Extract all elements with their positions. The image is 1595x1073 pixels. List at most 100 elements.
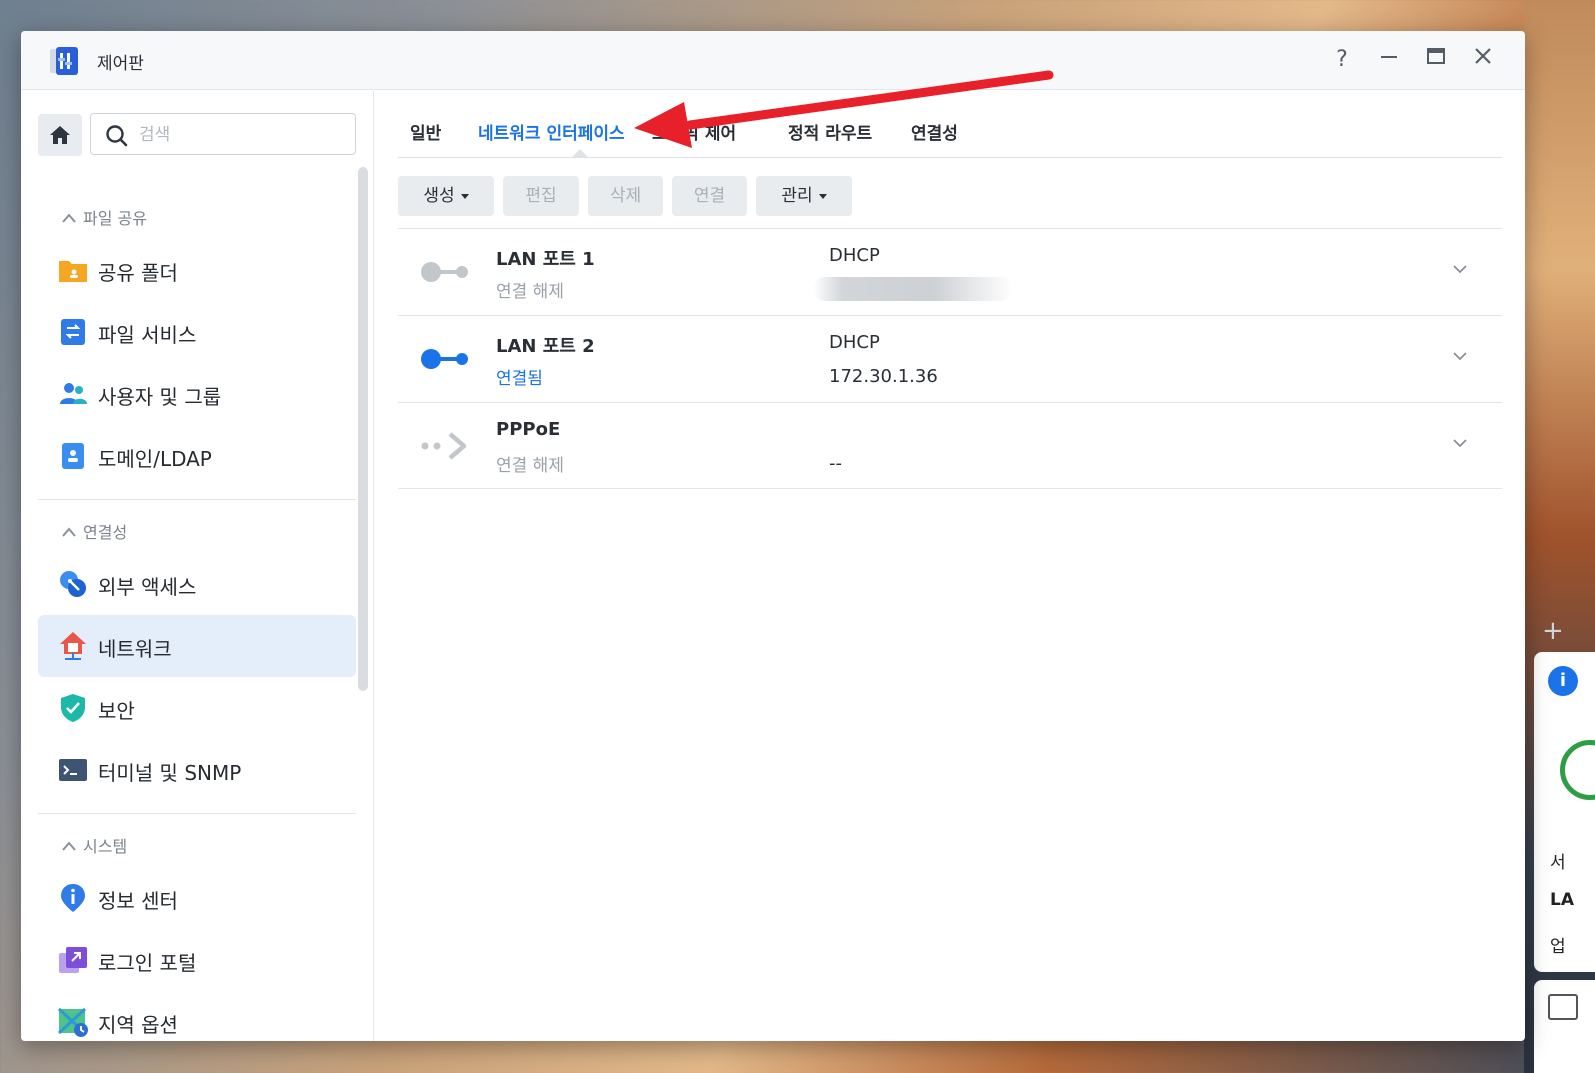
security-shield-icon — [61, 694, 85, 722]
section-header-label: 시스템 — [83, 837, 128, 856]
sidebar-item-label: 보안 — [98, 699, 135, 723]
connect-button[interactable]: 연결 — [672, 176, 747, 216]
sidebar-item-shared-folder[interactable]: 공유 폴더 — [38, 239, 356, 301]
add-widget-icon[interactable]: + — [1542, 616, 1564, 646]
chevron-down-icon[interactable] — [1450, 259, 1470, 279]
chevron-down-icon[interactable] — [1450, 433, 1470, 453]
system-health-widget: i 서 LA 업 — [1534, 652, 1595, 972]
widget-text: LA — [1550, 890, 1574, 910]
manage-button[interactable]: 관리 — [756, 176, 852, 216]
external-access-icon — [60, 571, 86, 597]
sidebar-item-label: 정보 센터 — [98, 889, 178, 913]
sidebar-item-domain-ldap[interactable]: 도메인/LDAP — [38, 425, 356, 487]
edit-button[interactable]: 편집 — [503, 176, 579, 216]
interface-status: 연결 해제 — [496, 456, 564, 476]
section-header-label: 연결성 — [83, 523, 128, 542]
sidebar-item-info-center[interactable]: 정보 센터 — [38, 867, 356, 929]
sidebar-item-login-portal[interactable]: 로그인 포털 — [38, 929, 356, 991]
sidebar-divider — [38, 813, 356, 814]
sidebar-item-security[interactable]: 보안 — [38, 677, 356, 739]
delete-button[interactable]: 삭제 — [588, 176, 663, 216]
chevron-up-icon — [61, 837, 83, 856]
tab-bar: 일반 네트워크 인터페이스 트래픽 제어 정적 라우트 연결성 — [398, 91, 1502, 158]
section-header-system[interactable]: 시스템 — [61, 833, 127, 857]
chevron-up-icon — [61, 523, 83, 542]
sidebar-item-external-access[interactable]: 외부 액세스 — [38, 553, 356, 615]
widget-text: 업 — [1550, 937, 1566, 957]
chevron-up-icon — [61, 209, 83, 228]
lan-disconnected-icon — [421, 262, 468, 282]
sidebar-item-label: 공유 폴더 — [98, 261, 178, 285]
sidebar-item-regional-options[interactable]: 지역 옵션 — [38, 991, 356, 1041]
interface-row-pppoe[interactable]: PPPoE 연결 해제 -- — [398, 402, 1502, 489]
sidebar: 파일 공유 공유 폴더 파일 서비스 사용자 및 그룹 — [21, 91, 374, 1041]
interface-row-lan2[interactable]: LAN 포트 2 연결됨 DHCP 172.30.1.36 — [398, 315, 1502, 402]
tab-traffic-control[interactable]: 트래픽 제어 — [652, 119, 736, 144]
status-ring-icon — [1560, 740, 1595, 800]
resource-monitor-widget — [1534, 980, 1595, 1073]
interface-ip-address: 172.30.1.36 — [829, 366, 938, 387]
caret-down-icon — [818, 193, 827, 199]
close-button[interactable] — [1468, 45, 1498, 75]
sidebar-item-label: 터미널 및 SNMP — [98, 761, 242, 785]
users-groups-icon — [60, 383, 87, 404]
interface-status: 연결 해제 — [496, 282, 564, 302]
tab-static-route[interactable]: 정적 라우트 — [788, 119, 872, 144]
section-header-file-sharing[interactable]: 파일 공유 — [61, 205, 147, 229]
section-header-label: 파일 공유 — [83, 209, 147, 228]
interface-mode: DHCP — [829, 245, 880, 266]
widget-text: 서 — [1550, 853, 1566, 873]
help-icon[interactable]: ? — [1327, 45, 1357, 75]
minimize-button[interactable] — [1374, 45, 1404, 75]
sidebar-item-users-groups[interactable]: 사용자 및 그룹 — [38, 363, 356, 425]
interface-mode: DHCP — [829, 332, 880, 353]
manage-button-label: 관리 — [781, 186, 813, 206]
search-box — [90, 113, 356, 155]
interface-name: LAN 포트 2 — [496, 336, 595, 357]
sidebar-item-label: 지역 옵션 — [98, 1013, 178, 1037]
sidebar-divider — [38, 499, 356, 500]
info-center-icon — [61, 884, 85, 912]
maximize-button[interactable] — [1421, 45, 1451, 75]
tab-general[interactable]: 일반 — [410, 119, 441, 144]
search-icon — [106, 125, 128, 147]
shared-folder-icon — [59, 261, 87, 282]
monitor-icon — [1548, 994, 1578, 1020]
sidebar-item-label: 도메인/LDAP — [98, 447, 212, 471]
home-icon — [50, 126, 70, 144]
domain-ldap-icon — [62, 443, 84, 469]
interface-ip-address: -- — [829, 453, 842, 474]
sidebar-item-label: 로그인 포털 — [98, 951, 197, 975]
home-button[interactable] — [38, 114, 82, 156]
section-header-connectivity[interactable]: 연결성 — [61, 519, 127, 543]
control-panel-app-icon — [50, 47, 78, 75]
create-button-label: 생성 — [423, 186, 455, 206]
interface-row-lan1[interactable]: LAN 포트 1 연결 해제 DHCP — [398, 228, 1502, 315]
title-bar: 제어판 ? — [21, 31, 1525, 90]
file-services-icon — [61, 319, 85, 345]
network-icon — [60, 632, 86, 660]
info-icon: i — [1548, 666, 1578, 696]
sidebar-item-label: 네트워크 — [98, 637, 172, 661]
chevron-down-icon[interactable] — [1450, 346, 1470, 366]
interface-name: LAN 포트 1 — [496, 249, 595, 270]
sidebar-item-label: 외부 액세스 — [98, 575, 197, 599]
active-tab-indicator — [572, 149, 588, 157]
login-portal-icon — [59, 947, 87, 973]
sidebar-item-terminal-snmp[interactable]: 터미널 및 SNMP — [38, 739, 356, 801]
tab-connectivity[interactable]: 연결성 — [911, 119, 958, 144]
interface-status: 연결됨 — [496, 369, 543, 389]
desktop-widget-panel: + i 서 LA 업 — [1526, 610, 1595, 1073]
redacted-address — [813, 277, 1013, 301]
create-button[interactable]: 생성 — [398, 176, 494, 216]
control-panel-window: 제어판 ? 파일 공유 — [21, 31, 1525, 1041]
sidebar-item-file-services[interactable]: 파일 서비스 — [38, 301, 356, 363]
caret-down-icon — [460, 193, 469, 199]
sidebar-item-network[interactable]: 네트워크 — [38, 615, 356, 677]
sidebar-scrollbar[interactable] — [358, 167, 368, 691]
search-input[interactable] — [139, 123, 339, 147]
terminal-icon — [59, 759, 87, 781]
tab-network-interface[interactable]: 네트워크 인터페이스 — [478, 119, 625, 144]
regional-options-icon — [57, 1007, 88, 1037]
sidebar-item-label: 파일 서비스 — [98, 323, 197, 347]
